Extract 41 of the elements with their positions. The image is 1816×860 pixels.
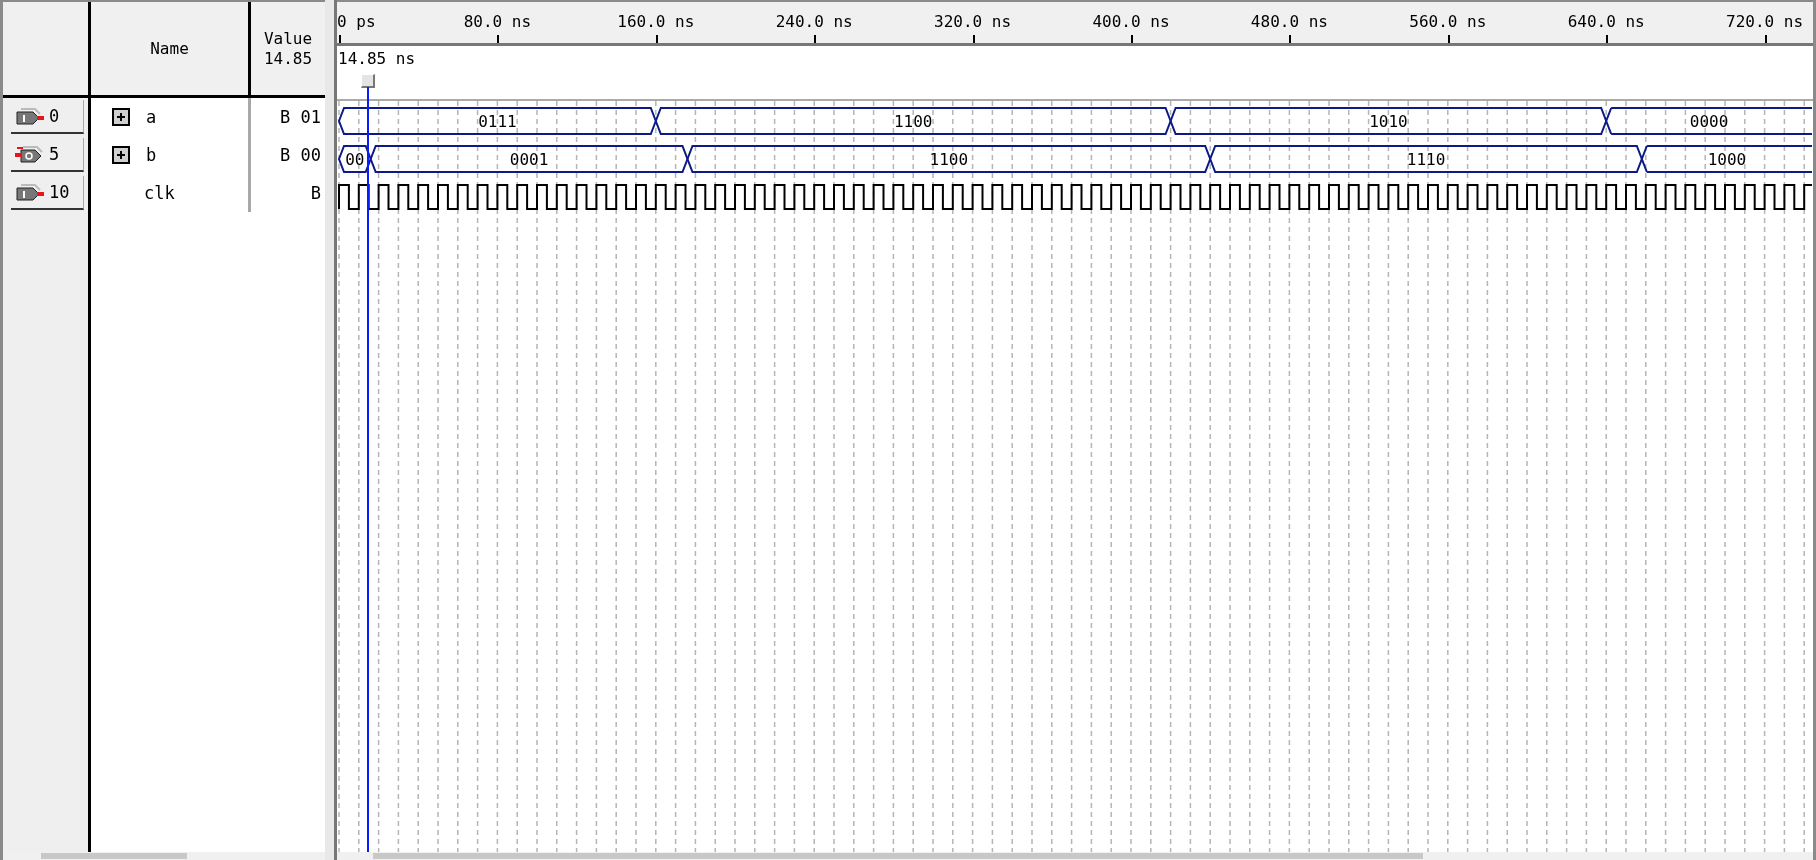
time-tick-label: 400.0 ns — [1092, 12, 1170, 31]
signal-value: B 00 — [280, 145, 321, 165]
time-tick-label: 640.0 ns — [1567, 12, 1645, 31]
time-tick-label: 720.0 ns — [1726, 12, 1804, 31]
node-index-button[interactable]: 0 — [11, 100, 84, 134]
signal-name: b — [146, 145, 157, 165]
bus-value: 00 — [345, 150, 365, 169]
expand-icon[interactable] — [112, 108, 130, 126]
bus-value: 1000 — [1707, 150, 1747, 169]
time-tick-label: 0 ps — [337, 12, 376, 31]
pane-splitter[interactable] — [325, 0, 337, 860]
bus-value: 1110 — [1406, 150, 1446, 169]
bus-value: 1100 — [893, 112, 933, 131]
output-pin-icon — [15, 144, 45, 164]
time-tick-label: 320.0 ns — [934, 12, 1012, 31]
time-tick-label: 80.0 ns — [463, 12, 532, 31]
input-pin-icon — [15, 182, 45, 202]
node-index-button[interactable]: 10 — [11, 176, 84, 210]
signal-value: B 01 — [280, 107, 321, 127]
bus-value: 1100 — [929, 150, 969, 169]
signal-value: B — [310, 183, 321, 203]
node-index-button[interactable]: 5 — [11, 138, 84, 172]
bus-value: 0000 — [1689, 112, 1729, 131]
time-tick-label: 560.0 ns — [1409, 12, 1487, 31]
scrollbar-thumb[interactable] — [373, 853, 1423, 859]
input-pin-icon — [15, 106, 45, 126]
expand-icon[interactable] — [112, 146, 130, 164]
time-tick-label: 480.0 ns — [1250, 12, 1328, 31]
time-tick-label: 240.0 ns — [775, 12, 853, 31]
bus-value: 0111 — [478, 112, 517, 131]
cursor-time: 14.85 — [263, 48, 313, 69]
bus-value: 1010 — [1369, 112, 1408, 131]
time-tick-label: 160.0 ns — [617, 12, 695, 31]
name-column-header: Name — [150, 38, 189, 59]
signal-name: a — [146, 107, 157, 127]
signal-name: clk — [144, 183, 175, 203]
bus-value: 0001 — [509, 150, 549, 169]
cursor-time-label: 14.85 ns — [338, 49, 416, 68]
cursor-handle[interactable] — [361, 74, 376, 88]
scrollbar-thumb[interactable] — [41, 853, 187, 859]
value-column-header: Value — [263, 28, 313, 49]
